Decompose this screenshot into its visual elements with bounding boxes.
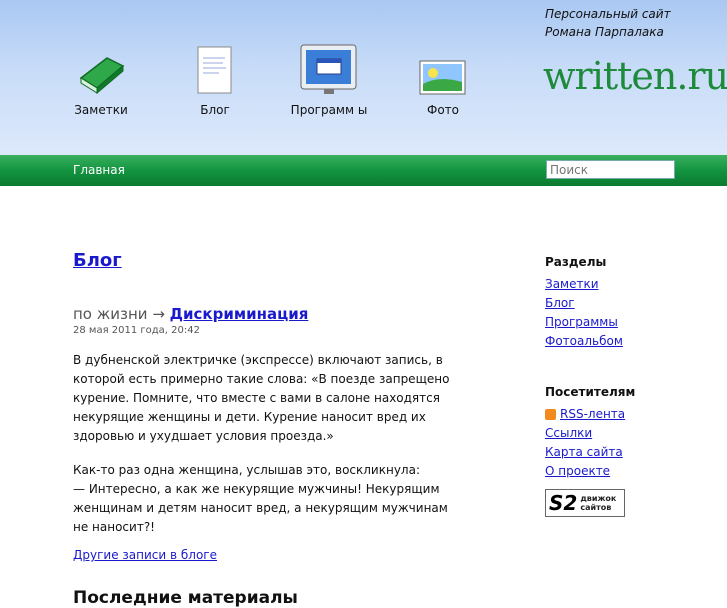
post-date: 28 мая 2011 года, 20:42 [73,325,200,336]
post-paragraph: Как-то раз одна женщина, услышав это, во… [73,461,463,537]
more-posts-link[interactable]: Другие записи в блоге [73,548,217,562]
post-category: по жизни → [73,305,165,323]
sidebar-link-photoalbum[interactable]: Фотоальбом [545,332,725,351]
sidebar-sections-title: Разделы [545,255,607,269]
nav-label: Блог [200,103,230,117]
main-content: Блог по жизни → Дискриминация 28 мая 201… [73,250,463,608]
home-link[interactable]: Главная [73,163,125,177]
document-icon [197,46,232,94]
monitor-icon [300,44,357,94]
post-line: — Интересно, а как же некурящие мужчины!… [73,482,448,534]
rss-row: RSS-лента [545,405,725,424]
sidebar-link-links[interactable]: Ссылки [545,424,725,443]
top-menu-bar: Главная [0,155,727,186]
post-title-link[interactable]: Дискриминация [170,305,309,323]
sidebar-link-programs[interactable]: Программы [545,313,725,332]
sidebar-visitors-title: Посетителям [545,385,636,399]
sidebar-link-about[interactable]: О проекте [545,462,725,481]
sidebar-link-blog[interactable]: Блог [545,294,725,313]
site-header: Заметки Блог Программ ы Фото Персональны… [0,0,727,155]
engine-badge-text: движок сайтов [580,494,616,512]
nav-label: Программ ы [290,103,368,117]
post-paragraph: В дубненской электричке (экспрессе) вклю… [73,353,450,443]
nav-item-programs[interactable]: Программ ы [289,40,369,119]
sidebar: Разделы Заметки Блог Программы Фотоальбо… [545,255,725,517]
sidebar-link-sitemap[interactable]: Карта сайта [545,443,725,462]
nav-label: Фото [426,103,459,117]
book-icon [79,57,125,95]
search-input[interactable] [546,160,675,179]
post-line: Как-то раз одна женщина, услышав это, во… [73,463,420,477]
engine-badge-mark: S2 [549,491,578,515]
page-title: Блог [73,250,463,271]
site-logo[interactable]: written.ru [543,54,727,98]
rss-icon [545,409,556,420]
nav-item-photo[interactable]: Фото [403,40,483,119]
post-header: по жизни → Дискриминация [73,305,463,323]
nav-item-blog[interactable]: Блог [175,40,255,119]
engine-badge-line: сайтов [580,503,612,512]
engine-badge[interactable]: S2 движок сайтов [545,489,625,517]
latest-heading: Последние материалы [73,588,298,608]
rss-link[interactable]: RSS-лента [560,405,625,424]
engine-badge-line: движок [580,494,617,503]
sidebar-link-notes[interactable]: Заметки [545,275,725,294]
photo-icon [419,60,466,95]
tagline-line: Персональный сайт [545,7,671,21]
site-tagline: Персональный сайт Романа Парпалака [545,5,671,41]
blog-heading-link[interactable]: Блог [73,250,122,271]
nav-label: Заметки [74,103,128,117]
nav-item-notes[interactable]: Заметки [61,40,141,119]
tagline-line: Романа Парпалака [545,25,664,39]
